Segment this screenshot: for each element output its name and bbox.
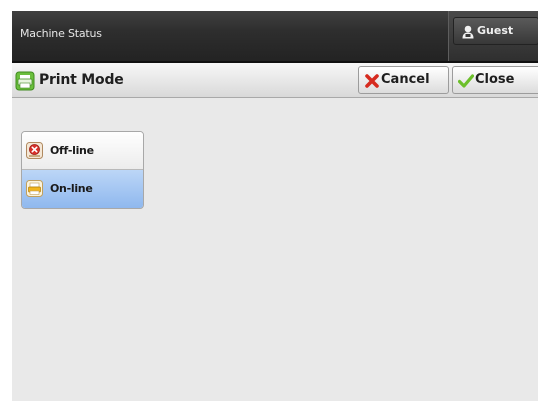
top-bar: Machine Status Guest — [12, 11, 538, 63]
guest-button[interactable]: Guest — [453, 17, 538, 45]
option-online[interactable]: On-line — [22, 170, 143, 208]
close-button[interactable]: Close — [452, 66, 538, 94]
online-icon — [26, 180, 43, 197]
cancel-label: Cancel — [381, 72, 430, 87]
machine-status-tab[interactable]: Machine Status — [20, 27, 102, 40]
close-label: Close — [475, 72, 515, 87]
app-window: Machine Status Guest Print Mode Cancel C… — [12, 11, 538, 401]
cancel-icon — [365, 73, 379, 88]
user-icon — [462, 24, 474, 39]
checkmark-icon — [457, 73, 475, 88]
printer-icon — [15, 71, 35, 91]
user-area: Guest — [448, 11, 538, 61]
option-online-label: On-line — [50, 182, 93, 195]
print-mode-options: Off-line On-line — [21, 131, 144, 209]
option-offline-label: Off-line — [50, 144, 94, 157]
title-strip: Print Mode Cancel Close — [12, 63, 538, 98]
option-offline[interactable]: Off-line — [22, 132, 143, 170]
cancel-button[interactable]: Cancel — [358, 66, 449, 94]
guest-label: Guest — [477, 24, 514, 37]
page-title: Print Mode — [39, 72, 124, 88]
offline-icon — [26, 142, 43, 159]
